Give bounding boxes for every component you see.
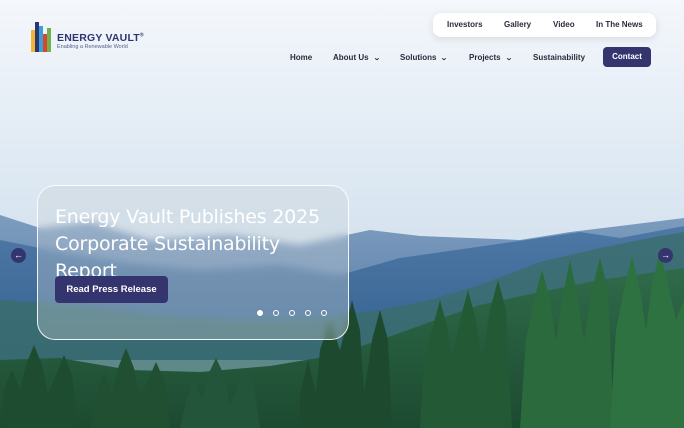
top-nav-video[interactable]: Video [553,20,575,29]
slider-dot-1[interactable] [257,310,263,316]
nav-about-us[interactable]: About Us ⌄ [333,53,381,62]
nav-projects-label: Projects [469,53,501,62]
logo-mark-icon [31,22,53,52]
chevron-down-icon: ⌄ [504,55,513,62]
logo-wordmark: ENERGY VAULT® [57,32,144,44]
slider-dot-4[interactable] [305,310,311,316]
nav-home-label: Home [290,53,313,62]
slider-dot-2[interactable] [273,310,279,316]
chevron-down-icon: ⌄ [440,55,449,62]
nav-sustainability[interactable]: Sustainability [533,53,585,62]
top-nav-investors[interactable]: Investors [447,20,483,29]
nav-sustainability-label: Sustainability [533,53,586,62]
slider-dot-3[interactable] [289,310,295,316]
read-press-release-button[interactable]: Read Press Release [55,276,168,303]
top-utility-nav: Investors Gallery Video In The News [433,13,656,37]
top-nav-gallery[interactable]: Gallery [504,20,531,29]
slider-dot-5[interactable] [321,310,327,316]
nav-solutions-label: Solutions [400,53,437,62]
contact-button[interactable]: Contact [603,47,651,67]
top-nav-in-the-news[interactable]: In The News [596,20,643,29]
slide-headline: Energy Vault Publishes 2025 Corporate Su… [55,206,320,282]
slider-prev-arrow-icon[interactable]: ← [11,248,26,263]
nav-solutions[interactable]: Solutions ⌄ [400,53,449,62]
nav-home[interactable]: Home [290,53,312,62]
chevron-down-icon: ⌄ [372,55,381,62]
nav-projects[interactable]: Projects ⌄ [469,53,513,62]
nav-about-us-label: About Us [333,53,369,62]
energy-vault-logo[interactable]: ENERGY VAULT® Enabling a Renewable World [31,20,144,56]
hero-slide-card: Energy Vault Publishes 2025 Corporate Su… [37,185,349,340]
logo-tagline: Enabling a Renewable World [57,44,128,50]
slider-next-arrow-icon[interactable]: → [658,248,673,263]
